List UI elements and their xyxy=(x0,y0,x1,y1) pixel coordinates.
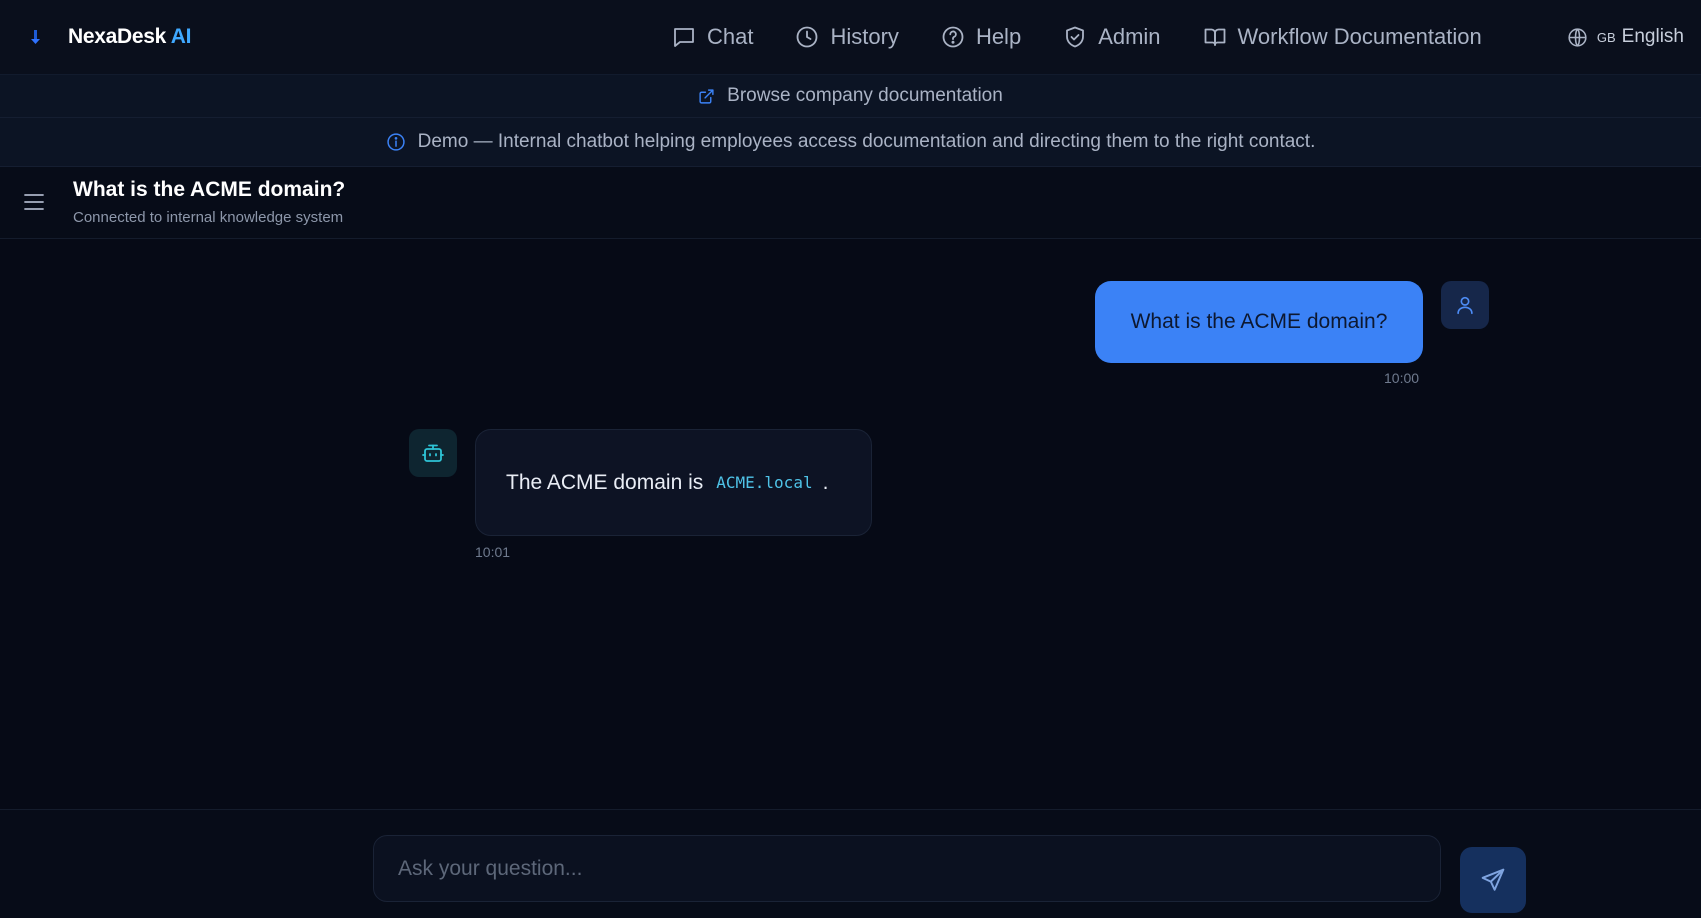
main-nav: Chat History Help Admin Workflow Documen… xyxy=(672,0,1524,74)
nav-item-label: Admin xyxy=(1098,24,1161,49)
chat-bubble-icon xyxy=(674,28,694,47)
nav-item-history[interactable]: History xyxy=(795,24,899,50)
nav-item-workflow-documentation[interactable]: Workflow Documentation xyxy=(1203,24,1482,50)
nav-item-admin[interactable]: Admin xyxy=(1063,24,1161,50)
flag-label: GB xyxy=(1596,29,1616,45)
bot-message-bubble: The ACME domain is ACME.local . xyxy=(475,429,872,536)
help-circle-icon xyxy=(942,26,964,48)
demo-info-bar: Demo — Internal chatbot helping employee… xyxy=(0,118,1701,167)
shield-check-icon xyxy=(1066,26,1085,48)
nav-item-label: History xyxy=(830,24,899,49)
chat-subtitle: Connected to internal knowledge system xyxy=(73,209,344,226)
user-message-bubble: What is the ACME domain? xyxy=(1095,281,1423,363)
bot-icon xyxy=(422,444,444,462)
menu-icon[interactable] xyxy=(24,193,44,216)
user-icon xyxy=(1457,296,1473,315)
composer xyxy=(0,809,1701,918)
chat-title: What is the ACME domain? xyxy=(73,178,346,201)
language-label: English xyxy=(1621,26,1684,47)
browse-documentation-link[interactable]: Browse company documentation xyxy=(727,85,1003,107)
app-root: NexaDesk AI Chat History Help Admin Work… xyxy=(0,0,1701,918)
send-button[interactable] xyxy=(1460,847,1526,913)
nav-item-chat[interactable]: Chat xyxy=(672,24,753,50)
message-timestamp: 10:01 xyxy=(475,544,511,560)
clock-icon xyxy=(797,26,818,48)
globe-icon xyxy=(1568,27,1587,47)
logo-icon xyxy=(28,26,42,48)
nav-item-label: Chat xyxy=(707,24,754,49)
documentation-bar: Browse company documentation xyxy=(0,74,1701,118)
send-icon xyxy=(1481,868,1505,891)
top-navbar: NexaDesk AI Chat History Help Admin Work… xyxy=(0,0,1701,74)
brand-name: NexaDesk AI xyxy=(68,25,192,48)
nav-item-help[interactable]: Help xyxy=(941,24,1021,50)
language-selector[interactable]: GB English xyxy=(1567,0,1684,74)
bot-avatar xyxy=(409,429,457,477)
nav-item-label: Help xyxy=(975,24,1022,49)
bot-message-text-end: . xyxy=(822,470,829,494)
nav-item-label: Workflow Documentation xyxy=(1237,24,1482,49)
book-open-icon xyxy=(1204,28,1225,46)
inline-code: ACME.local xyxy=(716,473,813,492)
bot-message-text: The ACME domain is xyxy=(506,470,704,494)
external-link-icon xyxy=(699,88,714,104)
demo-info-text: Demo — Internal chatbot helping employee… xyxy=(417,131,1316,152)
info-icon xyxy=(386,133,405,151)
question-input[interactable] xyxy=(373,835,1441,902)
message-list: What is the ACME domain? 10:00 The ACME … xyxy=(0,239,1701,809)
brand[interactable]: NexaDesk AI xyxy=(28,0,191,74)
user-avatar xyxy=(1441,281,1489,329)
message-timestamp: 10:00 xyxy=(1384,370,1420,386)
chat-header: What is the ACME domain? Connected to in… xyxy=(0,167,1701,239)
